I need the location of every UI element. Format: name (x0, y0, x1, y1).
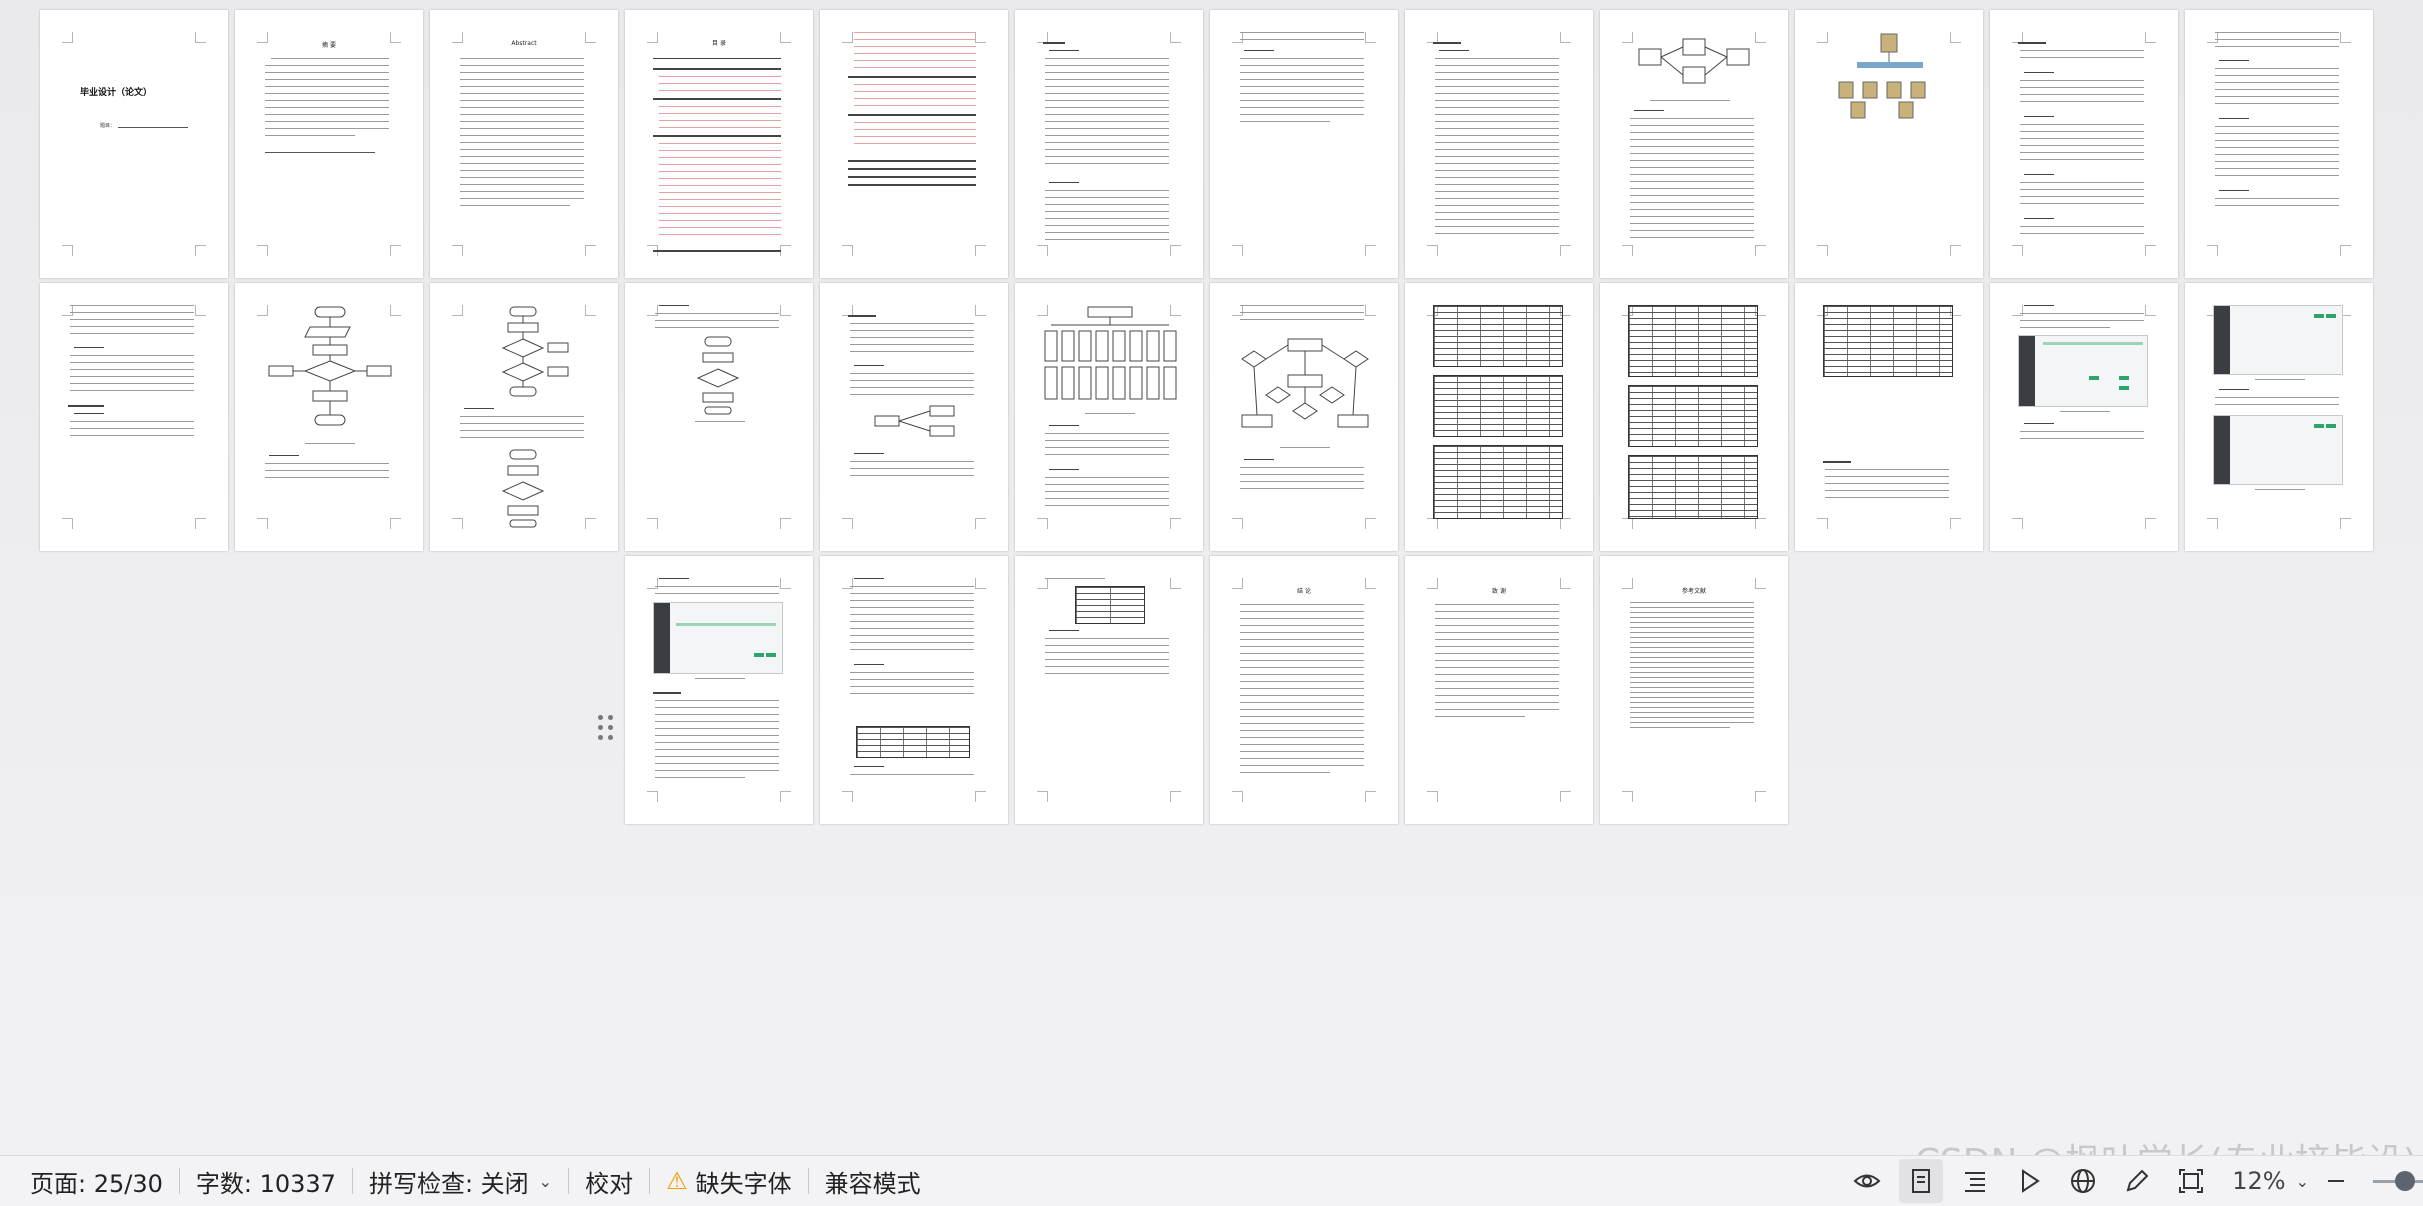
page-thumbnail-3[interactable]: Abstract (430, 10, 618, 278)
drag-handle-icon[interactable] (596, 713, 616, 743)
page-thumbnail-21[interactable] (1600, 283, 1788, 551)
page-thumbnail-11[interactable] (1990, 10, 2178, 278)
word-count[interactable]: 字数: 10337 (180, 1156, 352, 1206)
minus-icon[interactable] (2314, 1159, 2358, 1203)
page-thumbnail-16[interactable] (625, 283, 813, 551)
eye-icon[interactable] (1845, 1159, 1889, 1203)
page-thumbnail-8[interactable] (1405, 10, 1593, 278)
page-thumbnail-22[interactable] (1795, 283, 1983, 551)
screenshot-figure (2213, 415, 2343, 485)
screenshot-figure (2018, 335, 2148, 407)
zoom-level: 12% (2232, 1167, 2286, 1195)
module-diagram (1044, 306, 1177, 400)
data-table (1628, 385, 1758, 447)
data-table (1433, 445, 1563, 519)
abstract-en-heading: Abstract (511, 40, 537, 47)
zoom-slider-thumb[interactable] (2395, 1171, 2415, 1191)
page-thumbnail-13[interactable] (40, 283, 228, 551)
page-thumbnail-24[interactable] (2185, 283, 2373, 551)
spell-check-label: 拼写检查: 关闭 (368, 1169, 529, 1198)
page-thumbnail-18[interactable] (1015, 283, 1203, 551)
outline-icon[interactable] (1953, 1159, 1997, 1203)
zoom-dropdown[interactable]: 12% ⌄ (2232, 1167, 2309, 1195)
page-thumbnail-10[interactable] (1795, 10, 1983, 278)
page-thumbnail-30[interactable]: 参考文献 (1600, 556, 1788, 824)
page-thumbnail-20[interactable] (1405, 283, 1593, 551)
warning-icon: ⚠ (666, 1167, 688, 1195)
proofread-button[interactable]: 校对 (569, 1156, 649, 1206)
missing-fonts-button[interactable]: ⚠ 缺失字体 (650, 1156, 808, 1206)
page-thumbnail-14[interactable] (235, 283, 423, 551)
page-thumbnail-7[interactable] (1210, 10, 1398, 278)
status-bar: 页面: 25/30 字数: 10337 拼写检查: 关闭 ⌄ 校对 ⚠ 缺失字体… (0, 1155, 2423, 1206)
screenshot-figure (653, 602, 783, 674)
page-thumbnail-6[interactable] (1015, 10, 1203, 278)
page-thumbnail-27[interactable] (1015, 556, 1203, 824)
server-diagram (1838, 33, 1926, 119)
page-thumbnail-5[interactable] (820, 10, 1008, 278)
abstract-heading: 摘 要 (322, 42, 336, 49)
data-table (1075, 586, 1145, 624)
data-table (1823, 305, 1953, 377)
er-diagram (874, 405, 955, 437)
page-thumbnail-25[interactable] (625, 556, 813, 824)
acknowledgement-heading: 致 谢 (1492, 588, 1506, 595)
document-canvas[interactable]: 毕业设计（论文） 题目： 摘 要 Abstract 目 录 结 论 致 谢 参考… (0, 0, 2423, 1155)
cover-subtitle: 题目： (100, 123, 116, 129)
data-table (856, 726, 970, 758)
page-thumbnail-26[interactable] (820, 556, 1008, 824)
page-thumbnail-12[interactable] (2185, 10, 2373, 278)
data-table (1433, 375, 1563, 437)
page-thumbnail-29[interactable]: 致 谢 (1405, 556, 1593, 824)
page-thumbnail-2[interactable]: 摘 要 (235, 10, 423, 278)
flowchart (501, 449, 545, 528)
spell-check-toggle[interactable]: 拼写检查: 关闭 ⌄ (353, 1156, 568, 1206)
page-thumbnail-9[interactable] (1600, 10, 1788, 278)
toc-heading: 目 录 (712, 40, 726, 47)
cover-title: 毕业设计（论文） (80, 88, 153, 98)
flowchart (268, 306, 392, 426)
page-thumbnail-1[interactable]: 毕业设计（论文） 题目： (40, 10, 228, 278)
globe-icon[interactable] (2061, 1159, 2105, 1203)
data-table (1628, 305, 1758, 377)
flowchart (501, 306, 569, 397)
conclusion-heading: 结 论 (1297, 588, 1311, 595)
play-icon[interactable] (2007, 1159, 2051, 1203)
zoom-slider[interactable] (2373, 1159, 2423, 1203)
references-heading: 参考文献 (1681, 588, 1706, 595)
page-thumbnail-15[interactable] (430, 283, 618, 551)
flowchart (696, 336, 740, 415)
screenshot-figure (2213, 305, 2343, 375)
chevron-down-icon: ⌄ (538, 1171, 553, 1191)
er-diagram (1241, 338, 1369, 428)
missing-fonts-label: 缺失字体 (695, 1169, 792, 1198)
page-thumbnail-23[interactable] (1990, 283, 2178, 551)
fit-icon[interactable] (2169, 1159, 2213, 1203)
page-thumbnail-4[interactable]: 目 录 (625, 10, 813, 278)
page-thumbnail-19[interactable] (1210, 283, 1398, 551)
data-table (1628, 455, 1758, 519)
page-thumbnail-28[interactable]: 结 论 (1210, 556, 1398, 824)
architecture-diagram (1638, 38, 1750, 84)
compat-mode-label: 兼容模式 (824, 1169, 921, 1198)
page-indicator[interactable]: 页面: 25/30 (0, 1156, 179, 1206)
pen-icon[interactable] (2115, 1159, 2159, 1203)
page-view-icon[interactable] (1899, 1159, 1944, 1203)
chevron-down-icon: ⌄ (2295, 1171, 2309, 1191)
page-thumbnail-17[interactable] (820, 283, 1008, 551)
data-table (1433, 305, 1563, 367)
